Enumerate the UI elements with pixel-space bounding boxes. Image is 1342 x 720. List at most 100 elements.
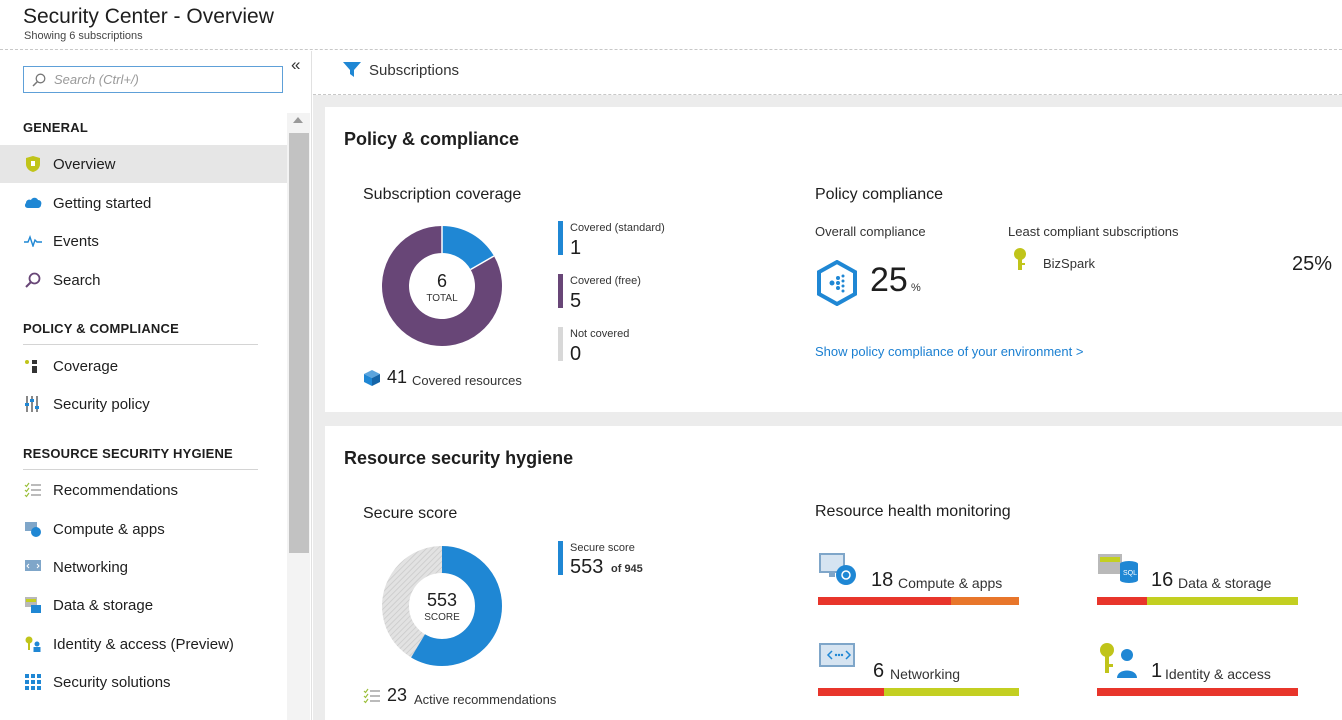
resource-hygiene-card: Resource security hygiene Secure score 5… [325, 426, 1342, 720]
sidebar-item-coverage[interactable]: Coverage [0, 347, 287, 385]
sidebar-item-overview[interactable]: Overview [0, 145, 287, 183]
sidebar-item-events[interactable]: Events [0, 222, 287, 260]
sidebar-item-label: Getting started [53, 194, 152, 212]
main-content: Subscriptions Policy & compliance Subscr… [313, 51, 1342, 720]
identity-icon [1100, 643, 1137, 678]
data-icon [23, 595, 43, 615]
health-bar [1097, 688, 1298, 696]
sidebar-item-label: Networking [53, 558, 129, 576]
health-label: Networking [890, 666, 961, 682]
checklist-icon [363, 688, 380, 704]
shield-icon [23, 154, 43, 174]
overall-compliance-unit: % [911, 282, 921, 294]
section-general: GENERAL [23, 120, 88, 135]
pulse-icon [23, 231, 43, 251]
sidebar-item-label: Events [53, 232, 99, 250]
legend-label: Covered (free) [570, 275, 641, 287]
health-bar [1097, 597, 1298, 605]
health-count: 18 [871, 569, 894, 591]
section-hygiene: RESOURCE SECURITY HYGIENE [23, 446, 233, 461]
health-label: Compute & apps [898, 575, 1003, 591]
search-box[interactable] [23, 66, 283, 93]
sidebar-item-compute-apps[interactable]: Compute & apps [0, 510, 287, 548]
collapse-sidebar-icon[interactable]: « [291, 55, 300, 75]
sidebar-item-label: Data & storage [53, 596, 154, 614]
search-input[interactable] [54, 72, 264, 87]
covered-resources-label: Covered resources [412, 373, 522, 388]
lighthouse-icon [23, 356, 43, 376]
sidebar-item-search[interactable]: Search [0, 261, 287, 299]
page-header: Security Center - Overview Showing 6 sub… [0, 0, 1342, 50]
search-icon [23, 270, 43, 290]
secure-score-title: Secure score [363, 505, 458, 522]
card-title: Resource security hygiene [344, 448, 574, 468]
checklist-icon [23, 480, 43, 500]
sidebar-item-label: Overview [53, 155, 116, 173]
search-icon [32, 73, 46, 87]
sidebar-item-security-policy[interactable]: Security policy [0, 385, 287, 423]
health-bar-segment [884, 688, 1019, 696]
legend-of: of 945 [611, 563, 643, 575]
legend-swatch-standard [558, 221, 563, 255]
sidebar-item-networking[interactable]: Networking [0, 548, 287, 586]
coverage-total-label: TOTAL [426, 293, 458, 304]
overall-compliance-label: Overall compliance [815, 224, 926, 239]
cloud-icon [23, 193, 43, 213]
sidebar-item-recommendations[interactable]: Recommendations [0, 471, 287, 509]
secure-score-label: SCORE [424, 612, 460, 623]
sidebar-item-label: Coverage [53, 357, 119, 375]
health-bar-segment [1147, 597, 1298, 605]
resource-health-title: Resource health monitoring [815, 503, 1011, 520]
overall-compliance-value: 25 [870, 261, 908, 299]
health-bar-segment [1097, 597, 1148, 605]
subscription-name[interactable]: BizSpark [1043, 256, 1095, 271]
subscription-compliance-value: 25% [1292, 253, 1333, 275]
scroll-up-icon[interactable] [293, 117, 303, 123]
identity-icon [23, 634, 43, 654]
network-icon [23, 557, 43, 577]
sidebar-scrollbar[interactable] [287, 113, 310, 720]
policy-icon [23, 394, 43, 414]
secure-score-value: 553 [426, 590, 458, 610]
legend-label: Not covered [570, 328, 630, 340]
sidebar: « GENERAL Overview Getting started Event… [0, 51, 312, 720]
coverage-total: 6 [436, 271, 447, 291]
health-bar [818, 688, 1019, 696]
compliance-hex-icon [817, 260, 857, 306]
card-title: Policy & compliance [344, 129, 520, 149]
health-count: 16 [1151, 569, 1174, 591]
sidebar-item-security-solutions[interactable]: Security solutions [0, 663, 287, 701]
policy-compliance-link[interactable]: Show policy compliance of your environme… [815, 344, 1083, 359]
network-icon [819, 643, 855, 667]
policy-compliance-card: Policy & compliance Subscription coverag… [325, 107, 1342, 412]
sidebar-item-label: Compute & apps [53, 520, 165, 538]
page-title: Security Center - Overview [23, 5, 274, 28]
compute-icon [819, 553, 856, 585]
legend-value: 553 [570, 556, 604, 578]
active-recommendations-label: Active recommendations [414, 692, 557, 707]
scrollbar-thumb[interactable] [289, 133, 309, 553]
legend-value: 0 [570, 343, 582, 365]
legend-swatch-score [558, 541, 563, 575]
health-bar [818, 597, 1019, 605]
section-policy: POLICY & COMPLIANCE [23, 321, 179, 336]
grid-icon [23, 672, 43, 692]
subscriptions-button[interactable]: Subscriptions [343, 61, 459, 79]
svg-text:SQL: SQL [1123, 570, 1137, 577]
sidebar-item-data-storage[interactable]: Data & storage [0, 586, 287, 624]
page-subtitle: Showing 6 subscriptions [24, 30, 143, 42]
legend-value: 5 [570, 290, 582, 312]
sidebar-item-identity-access[interactable]: Identity & access (Preview) [0, 625, 287, 663]
sidebar-item-label: Security policy [53, 395, 150, 413]
sidebar-item-getting-started[interactable]: Getting started [0, 184, 287, 222]
health-count: 6 [873, 660, 885, 682]
toolbar: Subscriptions [313, 51, 1342, 95]
legend-label: Secure score [570, 542, 635, 554]
sidebar-item-label: Search [53, 271, 101, 289]
covered-resources-count: 41 [387, 367, 408, 387]
divider [23, 344, 258, 345]
subscription-coverage-title: Subscription coverage [363, 186, 522, 203]
health-count: 1 [1151, 660, 1163, 682]
legend-swatch-free [558, 274, 563, 308]
health-label: Identity & access [1165, 666, 1271, 682]
